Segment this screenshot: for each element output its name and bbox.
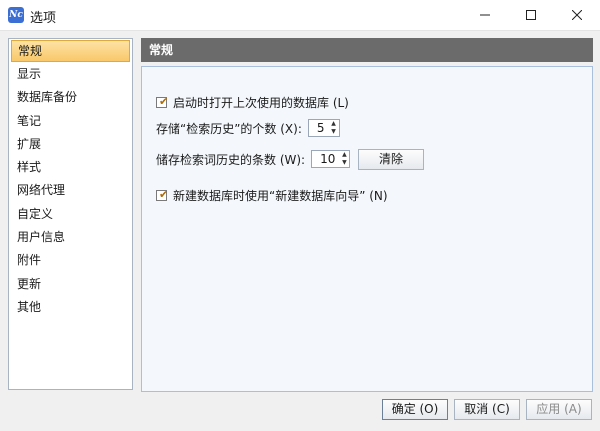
- search-history-label: 存储“检索历史”的个数 (X):: [156, 121, 302, 136]
- nav-item-styles[interactable]: 样式: [9, 156, 132, 179]
- options-nav: 常规 显示 数据库备份 笔记 扩展 样式 网络代理 自定义 用户信息 附件 更新…: [8, 38, 133, 390]
- search-history-value: 5: [316, 121, 325, 135]
- general-settings-panel: ✔ 启动时打开上次使用的数据库 (L) 存储“检索历史”的个数 (X): 5 ▲…: [141, 66, 593, 392]
- maximize-button[interactable]: [508, 0, 554, 30]
- stepper-up-icon[interactable]: ▲: [339, 151, 349, 159]
- nav-item-display[interactable]: 显示: [9, 63, 132, 86]
- title-bar: Nc 选项: [0, 0, 600, 31]
- apply-button[interactable]: 应用 (A): [526, 399, 592, 420]
- nav-item-extensions[interactable]: 扩展: [9, 133, 132, 156]
- cancel-button[interactable]: 取消 (C): [454, 399, 520, 420]
- open-last-db-checkbox[interactable]: ✔: [156, 95, 169, 108]
- nav-item-general[interactable]: 常规: [11, 40, 130, 62]
- stepper-down-icon[interactable]: ▼: [339, 159, 349, 167]
- use-db-wizard-label: 新建数据库时使用“新建数据库向导” (N): [173, 189, 388, 203]
- nav-item-db-backup[interactable]: 数据库备份: [9, 86, 132, 109]
- checkmark-icon: ✔: [159, 188, 169, 201]
- nav-item-user-info[interactable]: 用户信息: [9, 226, 132, 249]
- search-term-value: 10: [320, 152, 336, 166]
- minimize-button[interactable]: [462, 0, 508, 30]
- nav-item-custom[interactable]: 自定义: [9, 203, 132, 226]
- checkmark-icon: ✔: [159, 95, 169, 108]
- close-icon: [572, 10, 582, 20]
- minimize-icon: [480, 14, 490, 16]
- search-term-label: 储存检索词历史的条数 (W):: [156, 152, 306, 167]
- stepper-down-icon[interactable]: ▼: [329, 128, 339, 136]
- search-term-stepper[interactable]: 10 ▲ ▼: [311, 150, 351, 168]
- clear-history-button[interactable]: 清除: [358, 149, 424, 170]
- search-history-stepper[interactable]: 5 ▲ ▼: [307, 119, 340, 137]
- use-db-wizard-row: ✔ 新建数据库时使用“新建数据库向导” (N): [156, 187, 388, 204]
- ok-button[interactable]: 确定 (O): [382, 399, 448, 420]
- window-title: 选项: [30, 11, 57, 26]
- nav-item-other[interactable]: 其他: [9, 296, 132, 319]
- search-history-row: 存储“检索历史”的个数 (X): 5 ▲ ▼: [156, 119, 340, 137]
- nav-item-notes[interactable]: 笔记: [9, 110, 132, 133]
- maximize-icon: [526, 10, 536, 20]
- nav-item-proxy[interactable]: 网络代理: [9, 179, 132, 202]
- open-last-db-label: 启动时打开上次使用的数据库 (L): [173, 96, 349, 110]
- nav-item-update[interactable]: 更新: [9, 273, 132, 296]
- use-db-wizard-checkbox[interactable]: ✔: [156, 188, 169, 201]
- section-title: 常规: [141, 38, 593, 62]
- open-last-db-row: ✔ 启动时打开上次使用的数据库 (L): [156, 94, 349, 111]
- search-term-row: 储存检索词历史的条数 (W): 10 ▲ ▼: [156, 150, 351, 168]
- stepper-up-icon[interactable]: ▲: [329, 120, 339, 128]
- nav-item-attachments[interactable]: 附件: [9, 249, 132, 272]
- app-icon: Nc: [8, 7, 24, 23]
- close-button[interactable]: [554, 0, 600, 30]
